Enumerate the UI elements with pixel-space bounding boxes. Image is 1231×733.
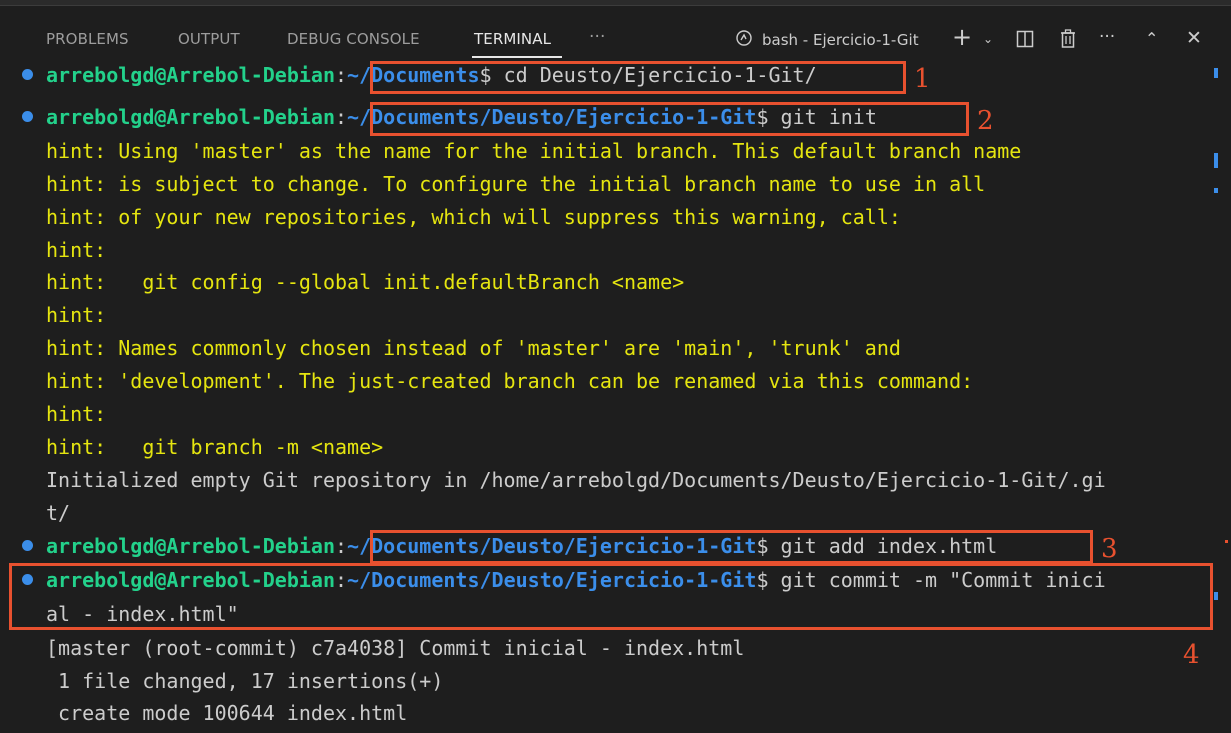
annotation-number: 4	[1183, 640, 1200, 670]
command-decoration-dot[interactable]	[22, 69, 33, 80]
output-line: Initialized empty Git repository in /hom…	[46, 468, 1106, 492]
scrollbar-marker	[1214, 68, 1218, 78]
hint-line: hint: Using 'master' as the name for the…	[46, 139, 1022, 163]
terminal-icon	[736, 30, 752, 51]
highlight-box-1	[370, 61, 906, 94]
highlight-box-2	[370, 102, 969, 136]
prompt-separator: :	[334, 534, 348, 558]
prompt-user-host: arrebolgd@Arrebol-Debian	[46, 534, 335, 558]
chevron-down-icon[interactable]: ⌄	[983, 32, 993, 46]
tab-terminal[interactable]: TERMINAL	[474, 30, 551, 48]
terminal-instance-label[interactable]: bash - Ejercicio-1-Git	[762, 31, 919, 49]
prompt-user-host: arrebolgd@Arrebol-Debian	[46, 105, 335, 129]
hint-line: hint:	[46, 402, 107, 426]
highlight-box-3	[370, 530, 1093, 564]
command-decoration-dot[interactable]	[22, 540, 33, 551]
hint-line: hint: 'development'. The just-created br…	[46, 369, 974, 393]
hint-line: hint: of your new repositories, which wi…	[46, 205, 901, 229]
output-line: [master (root-commit) c7a4038] Commit in…	[46, 636, 745, 660]
hint-line: hint: Names commonly chosen instead of '…	[46, 336, 901, 360]
plus-icon[interactable]: +	[952, 23, 972, 51]
annotation-number: 3	[1101, 534, 1118, 564]
close-icon[interactable]: ✕	[1186, 27, 1202, 49]
scrollbar-marker	[1225, 540, 1228, 543]
scrollbar-marker	[1214, 188, 1218, 193]
hint-line: hint: git config --global init.defaultBr…	[46, 270, 685, 294]
trash-icon[interactable]	[1059, 29, 1077, 53]
annotation-number: 1	[914, 64, 931, 94]
annotation-number: 2	[977, 106, 994, 136]
more-tabs-button[interactable]: ···	[589, 27, 606, 47]
split-icon[interactable]	[1016, 30, 1034, 53]
chevron-up-icon[interactable]: ⌃	[1145, 29, 1158, 48]
output-line: t/	[46, 501, 71, 525]
output-line: create mode 100644 index.html	[46, 701, 408, 725]
tab-problems[interactable]: PROBLEMS	[46, 30, 129, 48]
more-icon[interactable]: ···	[1099, 27, 1115, 47]
command-decoration-dot[interactable]	[22, 111, 33, 122]
highlight-box-4	[9, 563, 1213, 630]
hint-line: hint: is subject to change. To configure…	[46, 172, 986, 196]
prompt-separator: :	[334, 105, 348, 129]
scrollbar-marker	[1214, 153, 1218, 168]
terminal-output[interactable]: arrebolgd@Arrebol-Debian:~/Documents$ cd…	[0, 58, 1231, 733]
tab-debug-console[interactable]: DEBUG CONSOLE	[287, 30, 420, 48]
hint-line: hint: git branch -m <name>	[46, 435, 384, 459]
hint-line: hint:	[46, 238, 107, 262]
output-line: 1 file changed, 17 insertions(+)	[46, 669, 444, 693]
prompt-separator: :	[334, 63, 348, 87]
hint-line: hint:	[46, 303, 107, 327]
panel-tab-bar: PROBLEMS OUTPUT DEBUG CONSOLE TERMINAL ·…	[0, 6, 1231, 58]
scrollbar-marker	[1214, 592, 1218, 600]
tab-output[interactable]: OUTPUT	[178, 30, 240, 48]
prompt-user-host: arrebolgd@Arrebol-Debian	[46, 63, 335, 87]
